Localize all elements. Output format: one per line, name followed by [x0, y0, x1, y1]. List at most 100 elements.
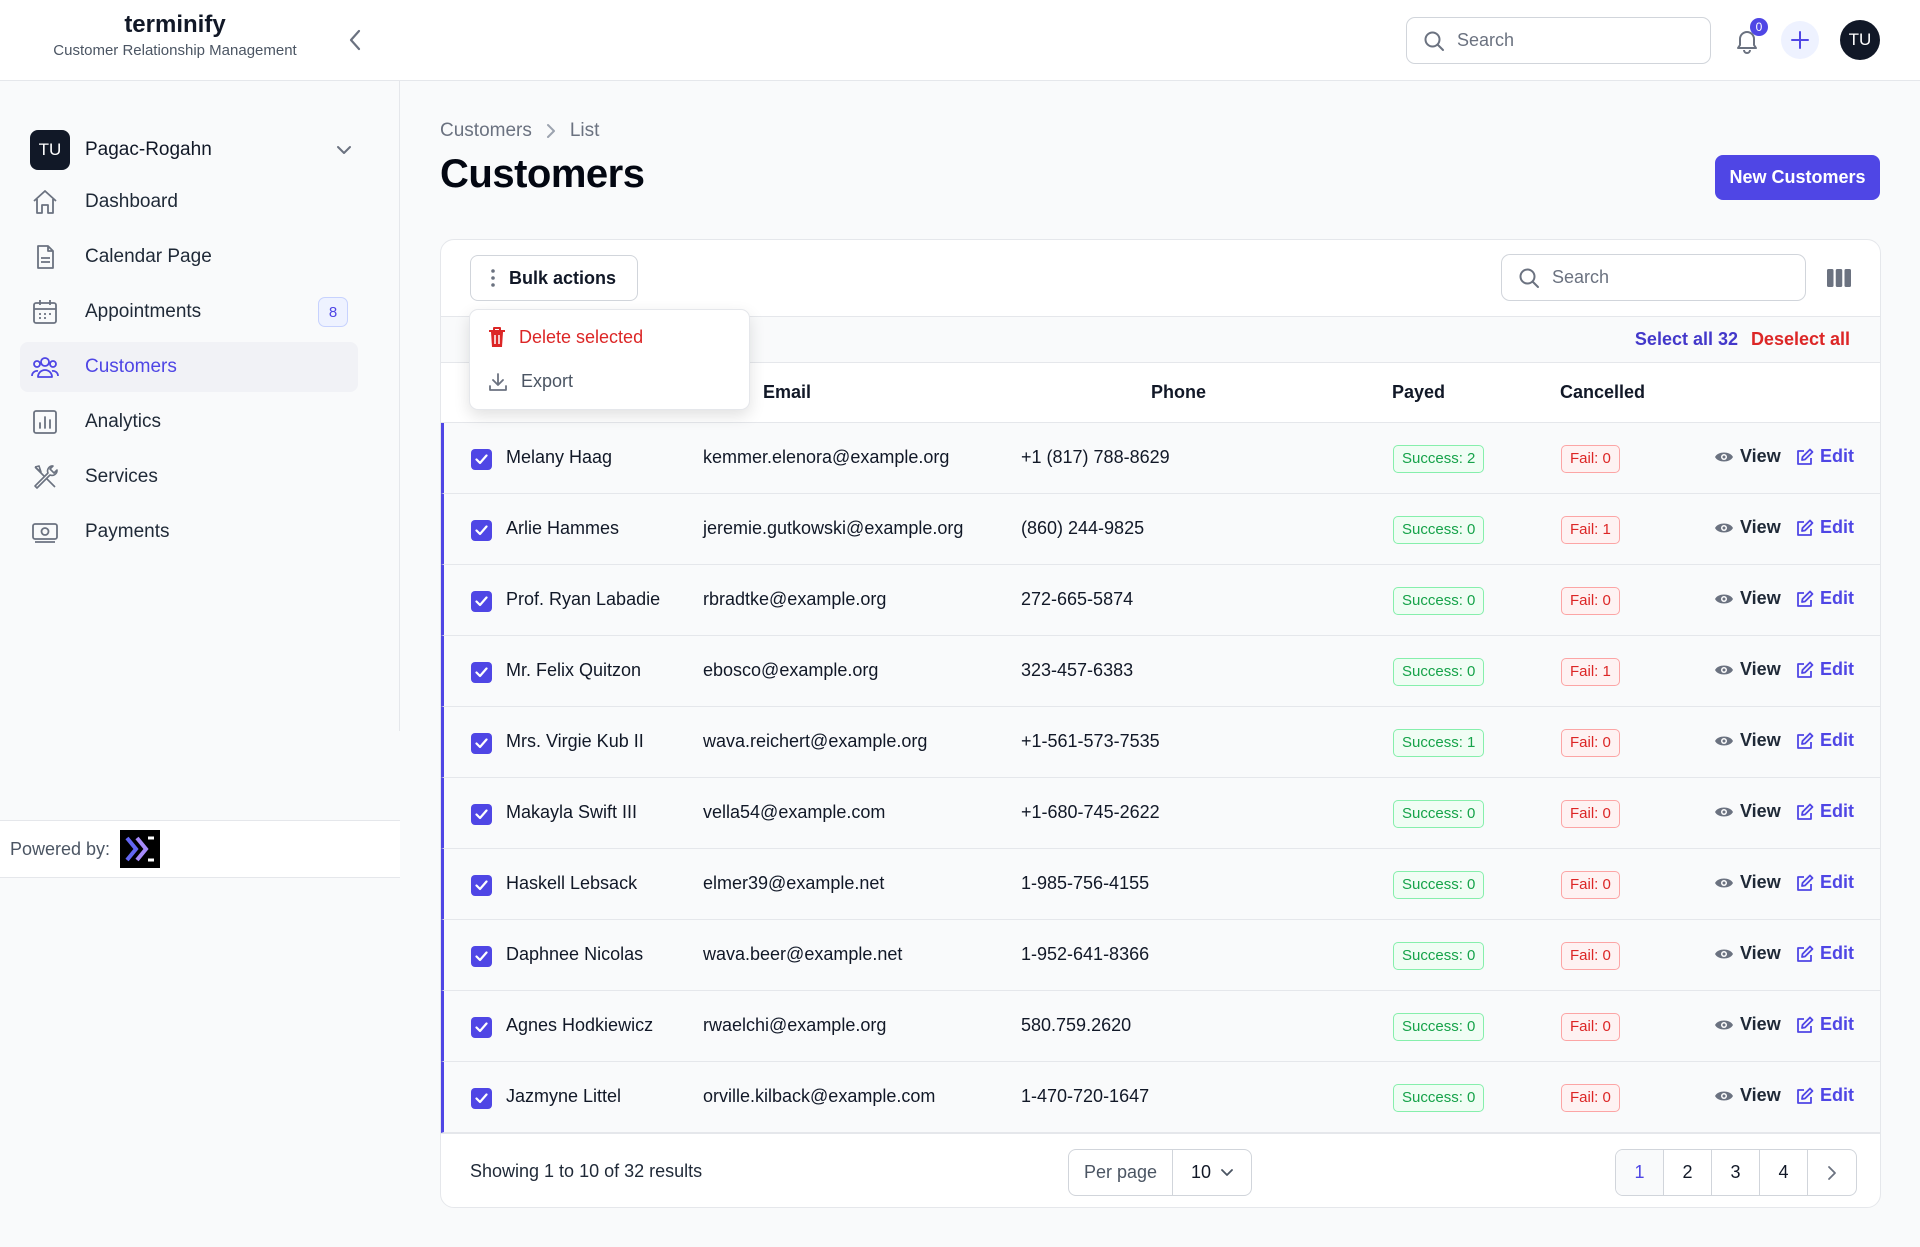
column-header-cancelled[interactable]: Cancelled: [1560, 382, 1645, 403]
check-icon: [475, 454, 488, 465]
column-header-email[interactable]: Email: [763, 382, 811, 403]
breadcrumb-customers-link[interactable]: Customers: [440, 120, 532, 142]
sidebar-item-payments[interactable]: Payments: [20, 507, 358, 557]
table-row[interactable]: Melany Haag kemmer.elenora@example.org +1 …: [441, 423, 1880, 494]
table-search[interactable]: [1501, 254, 1806, 301]
chevron-down-icon: [337, 146, 351, 154]
payed-success-badge: Success: 0: [1393, 516, 1485, 544]
search-icon: [1424, 31, 1444, 51]
sidebar-item-customers[interactable]: Customers: [20, 342, 358, 392]
row-checkbox[interactable]: [471, 449, 492, 470]
view-button[interactable]: View: [1714, 943, 1781, 964]
table-row[interactable]: Mr. Felix Quitzon ebosco@example.org 323-4…: [441, 636, 1880, 707]
sidebar-item-dashboard[interactable]: Dashboard: [20, 177, 358, 227]
vendor-logo[interactable]: [120, 830, 161, 868]
edit-button[interactable]: Edit: [1796, 801, 1854, 822]
quick-add-button[interactable]: [1781, 21, 1819, 59]
delete-selected-option[interactable]: Delete selected: [488, 326, 643, 348]
payed-success-badge: Success: 0: [1393, 1013, 1485, 1041]
collapse-sidebar-button[interactable]: [342, 24, 368, 56]
edit-label: Edit: [1820, 1014, 1854, 1034]
customer-name: Daphnee Nicolas: [506, 944, 644, 964]
page-button[interactable]: 2: [1664, 1150, 1712, 1195]
bulk-actions-dropdown: Delete selected Export: [469, 309, 750, 410]
sidebar-item-services[interactable]: Services: [20, 452, 358, 502]
chevron-right-icon: [1828, 1165, 1836, 1180]
page-button[interactable]: 3: [1712, 1150, 1760, 1195]
notifications-button[interactable]: 0: [1730, 18, 1768, 58]
customer-phone: 1-470-720-1647: [1021, 1086, 1150, 1106]
global-search[interactable]: [1406, 17, 1711, 64]
edit-label: Edit: [1820, 659, 1854, 679]
view-button[interactable]: View: [1714, 588, 1781, 609]
view-button[interactable]: View: [1714, 801, 1781, 822]
edit-button[interactable]: Edit: [1796, 943, 1854, 964]
customer-email: vella54@example.com: [703, 802, 886, 822]
sidebar-item-calendar-page[interactable]: Calendar Page: [20, 232, 358, 282]
table-row[interactable]: Daphnee Nicolas wava.beer@example.net 1-95…: [441, 920, 1880, 991]
export-option[interactable]: Export: [488, 371, 573, 392]
select-all-link[interactable]: Select all 32: [1635, 329, 1738, 350]
table-search-input[interactable]: [1552, 267, 1772, 288]
row-checkbox[interactable]: [471, 946, 492, 967]
users-icon: [30, 352, 60, 382]
table-row[interactable]: Jazmyne Littel orville.kilback@example.co…: [441, 1062, 1880, 1133]
edit-button[interactable]: Edit: [1796, 1085, 1854, 1106]
check-icon: [475, 809, 488, 820]
table-row[interactable]: Agnes Hodkiewicz rwaelchi@example.org 580.…: [441, 991, 1880, 1062]
edit-label: Edit: [1820, 943, 1854, 963]
view-button[interactable]: View: [1714, 446, 1781, 467]
per-page-control: Per page 10: [1068, 1149, 1252, 1196]
row-checkbox[interactable]: [471, 875, 492, 896]
column-header-phone[interactable]: Phone: [1151, 382, 1206, 403]
view-button[interactable]: View: [1714, 1014, 1781, 1035]
row-checkbox[interactable]: [471, 520, 492, 541]
view-button[interactable]: View: [1714, 659, 1781, 680]
edit-button[interactable]: Edit: [1796, 872, 1854, 893]
row-checkbox[interactable]: [471, 804, 492, 825]
next-page-button[interactable]: [1808, 1150, 1856, 1195]
table-row[interactable]: Haskell Lebsack elmer39@example.net 1-985-…: [441, 849, 1880, 920]
row-checkbox[interactable]: [471, 1017, 492, 1038]
deselect-all-link[interactable]: Deselect all: [1751, 329, 1850, 350]
edit-button[interactable]: Edit: [1796, 517, 1854, 538]
global-search-input[interactable]: [1457, 30, 1677, 51]
edit-button[interactable]: Edit: [1796, 659, 1854, 680]
brand-name: terminify: [124, 11, 226, 38]
page-button[interactable]: 4: [1760, 1150, 1808, 1195]
row-checkbox[interactable]: [471, 1088, 492, 1109]
table-row[interactable]: Mrs. Virgie Kub II wava.reichert@example.…: [441, 707, 1880, 778]
page-button[interactable]: 1: [1616, 1150, 1664, 1195]
view-button[interactable]: View: [1714, 730, 1781, 751]
brand[interactable]: terminify Customer Relationship Manageme…: [30, 10, 320, 62]
table-row[interactable]: Prof. Ryan Labadie rbradtke@example.org 27…: [441, 565, 1880, 636]
view-label: View: [1740, 872, 1781, 892]
bulk-actions-button[interactable]: Bulk actions: [470, 255, 638, 301]
customer-phone: +1-561-573-7535: [1021, 731, 1160, 751]
view-button[interactable]: View: [1714, 1085, 1781, 1106]
edit-icon: [1797, 803, 1814, 820]
toggle-columns-button[interactable]: [1825, 265, 1853, 291]
table-row[interactable]: Arlie Hammes jeremie.gutkowski@example.or…: [441, 494, 1880, 565]
new-customers-button[interactable]: New Customers: [1715, 155, 1880, 200]
sidebar-item-label: Services: [85, 466, 158, 487]
per-page-select[interactable]: 10: [1173, 1150, 1251, 1195]
view-button[interactable]: View: [1714, 872, 1781, 893]
sidebar-item-analytics[interactable]: Analytics: [20, 397, 358, 447]
user-avatar[interactable]: TU: [1840, 20, 1880, 60]
edit-button[interactable]: Edit: [1796, 446, 1854, 467]
edit-button[interactable]: Edit: [1796, 730, 1854, 751]
customer-email: rbradtke@example.org: [703, 589, 887, 609]
sidebar: TU Pagac-Rogahn Dashboard Calendar Page …: [0, 81, 400, 731]
edit-button[interactable]: Edit: [1796, 588, 1854, 609]
table-row[interactable]: Makayla Swift III vella54@example.com +1-6…: [441, 778, 1880, 849]
view-button[interactable]: View: [1714, 517, 1781, 538]
column-header-payed[interactable]: Payed: [1392, 382, 1445, 403]
payed-success-badge: Success: 0: [1393, 871, 1485, 899]
sidebar-item-appointments[interactable]: Appointments 8: [20, 287, 358, 337]
edit-button[interactable]: Edit: [1796, 1014, 1854, 1035]
tenant-switcher[interactable]: TU Pagac-Rogahn: [30, 129, 352, 171]
row-checkbox[interactable]: [471, 662, 492, 683]
row-checkbox[interactable]: [471, 733, 492, 754]
row-checkbox[interactable]: [471, 591, 492, 612]
